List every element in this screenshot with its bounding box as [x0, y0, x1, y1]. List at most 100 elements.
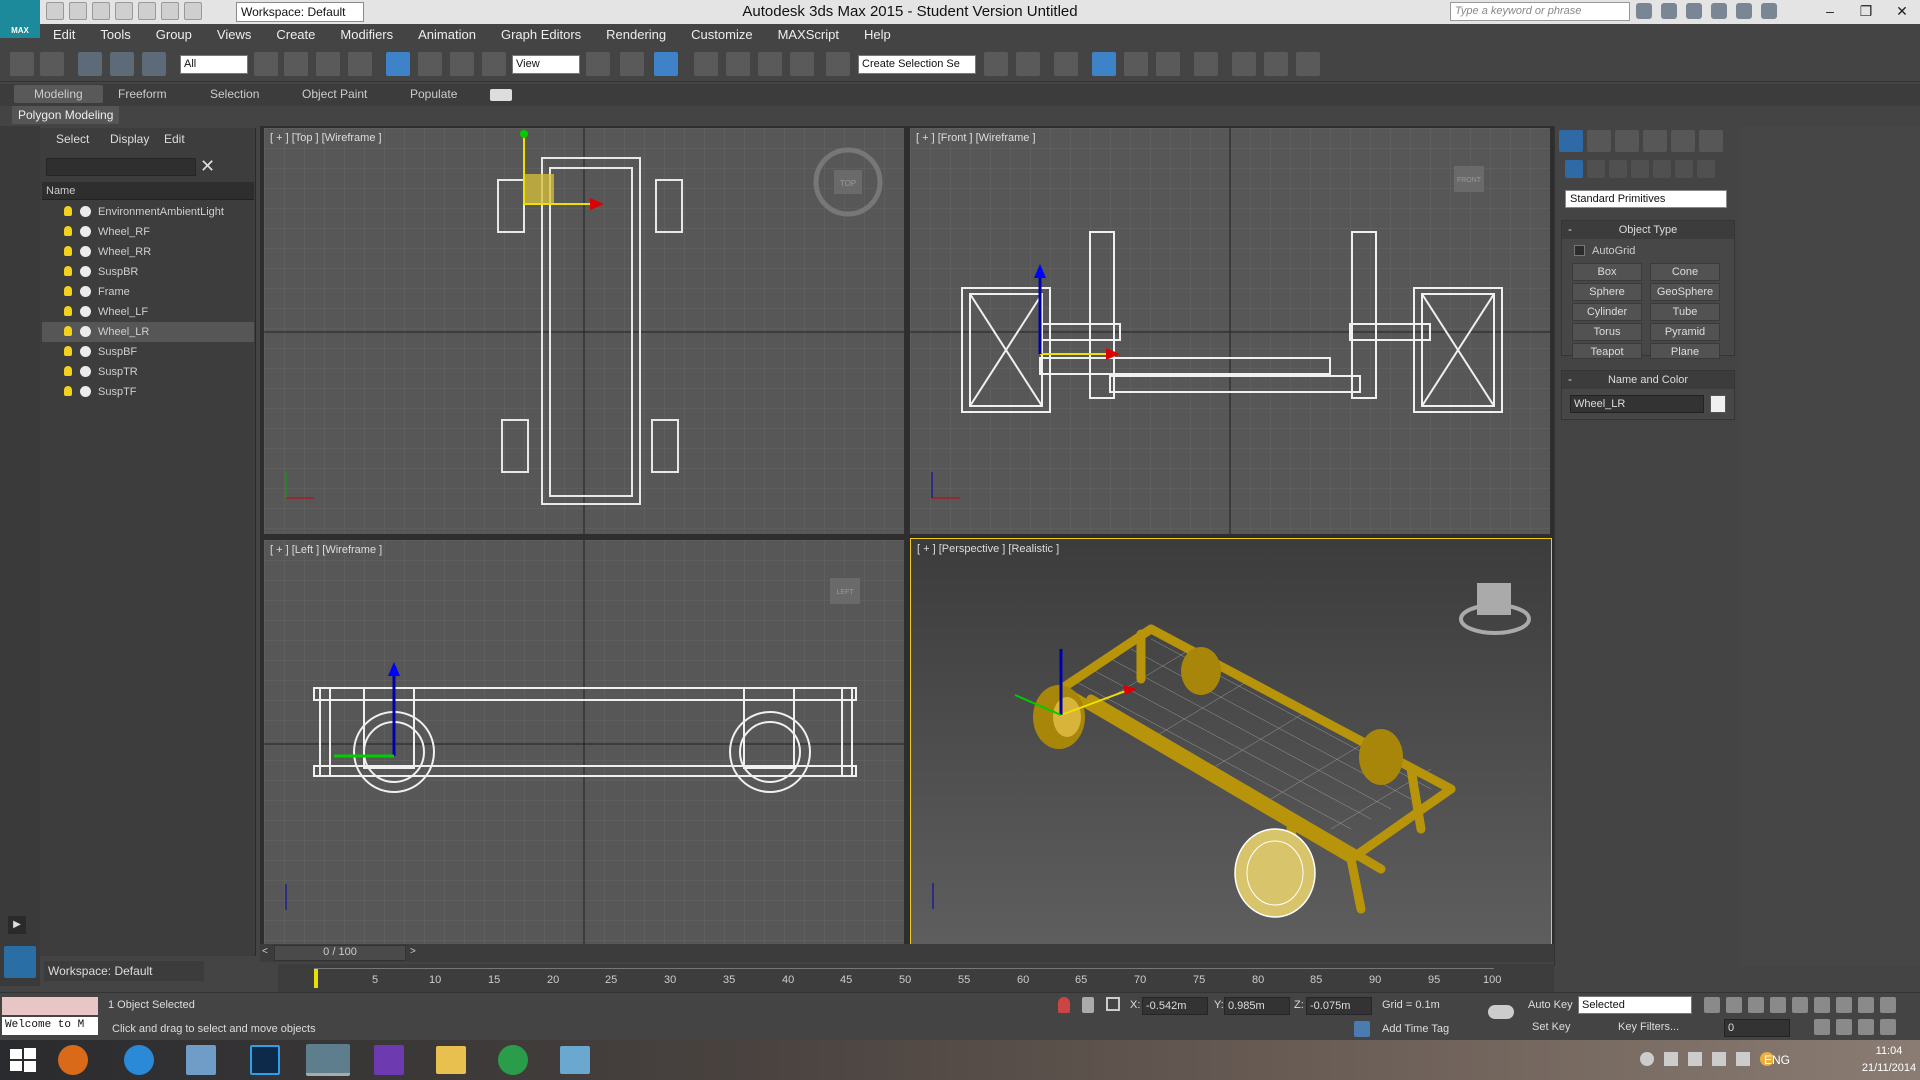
menu-graph-editors[interactable]: Graph Editors	[488, 24, 593, 46]
list-item[interactable]: SuspTR	[42, 362, 254, 382]
pan-icon[interactable]	[1836, 1019, 1852, 1035]
minimize-icon[interactable]: –	[1812, 0, 1848, 24]
ribbon-panel-polygon-modeling[interactable]: Polygon Modeling	[12, 106, 120, 124]
explorer-menu-edit[interactable]: Edit	[148, 128, 202, 148]
maximize-viewport-icon[interactable]	[1880, 1019, 1896, 1035]
viewport-top[interactable]: [ + ] [Top ] [Wireframe ] TOP	[264, 128, 904, 534]
notes-app-icon[interactable]	[560, 1046, 590, 1074]
play-icon[interactable]	[1748, 997, 1764, 1013]
list-item-selected[interactable]: Wheel_LR	[42, 322, 254, 342]
menu-animation[interactable]: Animation	[405, 24, 488, 46]
internet-explorer-icon[interactable]	[124, 1045, 154, 1075]
explorer-menu-display[interactable]: Display	[94, 128, 149, 148]
sun-app-icon[interactable]	[58, 1045, 88, 1075]
y-coordinate-field[interactable]: 0.985m	[1224, 997, 1290, 1015]
light-bulb-icon[interactable]	[64, 386, 72, 396]
viewport-layout-icon[interactable]	[4, 946, 36, 978]
menu-help[interactable]: Help	[851, 24, 903, 46]
auto-key-button[interactable]: Auto Key	[1528, 999, 1573, 1011]
menu-customize[interactable]: Customize	[678, 24, 764, 46]
orbit-icon[interactable]	[1858, 1019, 1874, 1035]
3ds-max-taskbar-icon[interactable]	[306, 1044, 350, 1076]
go-to-end-icon[interactable]	[1792, 997, 1808, 1013]
angle-snap-icon[interactable]	[726, 52, 750, 76]
field-of-view-icon[interactable]	[1814, 1019, 1830, 1035]
helpers-icon[interactable]	[1653, 160, 1671, 178]
save-file-icon[interactable]	[92, 2, 110, 20]
time-slider-left-arrow[interactable]: <	[262, 946, 268, 957]
select-object-icon[interactable]	[254, 52, 278, 76]
redo-icon[interactable]	[138, 2, 156, 20]
cameras-icon[interactable]	[1631, 160, 1649, 178]
move-icon[interactable]	[386, 52, 410, 76]
visibility-icon[interactable]	[80, 326, 91, 337]
language-indicator[interactable]: ENG	[1764, 1053, 1790, 1067]
battery-icon[interactable]	[1688, 1052, 1702, 1066]
selection-filter-select[interactable]: All	[180, 55, 248, 74]
star-icon[interactable]	[1711, 3, 1727, 19]
light-bulb-icon[interactable]	[64, 286, 72, 296]
menu-tools[interactable]: Tools	[87, 24, 142, 46]
close-icon[interactable]: ✕	[1884, 0, 1920, 24]
select-manipulate-icon[interactable]	[620, 52, 644, 76]
render-setup-icon[interactable]	[1232, 52, 1256, 76]
motion-panel-icon[interactable]	[1643, 130, 1667, 152]
key-mode-select[interactable]: Selected	[1578, 996, 1692, 1014]
time-tag-icon[interactable]	[1354, 1021, 1370, 1037]
binoculars-icon[interactable]	[1636, 3, 1652, 19]
viewport-label-left[interactable]: [ + ] [Left ] [Wireframe ]	[270, 544, 382, 556]
current-frame-field[interactable]: 0	[1724, 1019, 1790, 1037]
viewport-label-front[interactable]: [ + ] [Front ] [Wireframe ]	[916, 132, 1036, 144]
visibility-icon[interactable]	[80, 206, 91, 217]
teapot-button[interactable]: Teapot	[1572, 343, 1642, 359]
viewport-perspective[interactable]: [ + ] [Perspective ] [Realistic ]	[910, 538, 1552, 946]
visibility-icon[interactable]	[80, 226, 91, 237]
menu-create[interactable]: Create	[263, 24, 327, 46]
lock-selection-icon[interactable]	[1082, 997, 1094, 1013]
box-button[interactable]: Box	[1572, 263, 1642, 281]
display-panel-icon[interactable]	[1671, 130, 1695, 152]
tab-freeform[interactable]: Freeform	[118, 87, 167, 101]
render-production-icon[interactable]	[1296, 52, 1320, 76]
pyramid-button[interactable]: Pyramid	[1650, 323, 1720, 341]
viewport-front[interactable]: [ + ] [Front ] [Wireframe ] FRONT	[910, 128, 1550, 534]
rectangle-selection-icon[interactable]	[316, 52, 340, 76]
current-frame-marker[interactable]	[314, 968, 318, 988]
tab-object-paint[interactable]: Object Paint	[302, 87, 367, 101]
light-bulb-icon[interactable]	[64, 266, 72, 276]
spinner-snap-icon[interactable]	[790, 52, 814, 76]
list-item[interactable]: SuspTF	[42, 382, 254, 402]
light-bulb-icon[interactable]	[64, 206, 72, 216]
light-bulb-icon[interactable]	[64, 366, 72, 376]
explorer-search-input[interactable]	[46, 158, 196, 176]
add-time-tag[interactable]: Add Time Tag	[1382, 1023, 1449, 1035]
percent-snap-icon[interactable]	[758, 52, 782, 76]
volume-icon[interactable]	[1736, 1052, 1750, 1066]
go-to-start-icon[interactable]	[1704, 997, 1720, 1013]
windows-start-icon[interactable]	[10, 1048, 36, 1072]
create-panel-icon[interactable]	[1559, 130, 1583, 152]
list-item[interactable]: Wheel_RF	[42, 222, 254, 242]
time-slider-handle[interactable]: 0 / 100	[274, 945, 406, 961]
list-item[interactable]: EnvironmentAmbientLight	[42, 202, 254, 222]
set-key-button[interactable]: Set Key	[1532, 1021, 1571, 1033]
rendered-frame-window-icon[interactable]	[1264, 52, 1288, 76]
systems-icon[interactable]	[1697, 160, 1715, 178]
help-icon[interactable]	[1761, 3, 1777, 19]
clock-date[interactable]: 21/11/2014	[1858, 1062, 1920, 1074]
pivot-center-icon[interactable]	[586, 52, 610, 76]
visibility-icon[interactable]	[80, 366, 91, 377]
maxscript-listener-input[interactable]	[2, 997, 98, 1015]
edit-named-selection-icon[interactable]	[826, 52, 850, 76]
workspace-bottom-select[interactable]: Workspace: Default	[44, 961, 204, 981]
curve-editor-icon[interactable]	[1124, 52, 1148, 76]
flag-icon[interactable]	[1664, 1052, 1678, 1066]
new-file-icon[interactable]	[46, 2, 64, 20]
expand-icon[interactable]: ▶	[8, 916, 26, 934]
geometry-icon[interactable]	[1565, 160, 1583, 178]
photoshop-icon[interactable]	[250, 1045, 280, 1075]
clear-search-icon[interactable]: ✕	[200, 156, 215, 177]
visibility-icon[interactable]	[80, 246, 91, 257]
menu-rendering[interactable]: Rendering	[593, 24, 678, 46]
tab-populate[interactable]: Populate	[410, 87, 457, 101]
